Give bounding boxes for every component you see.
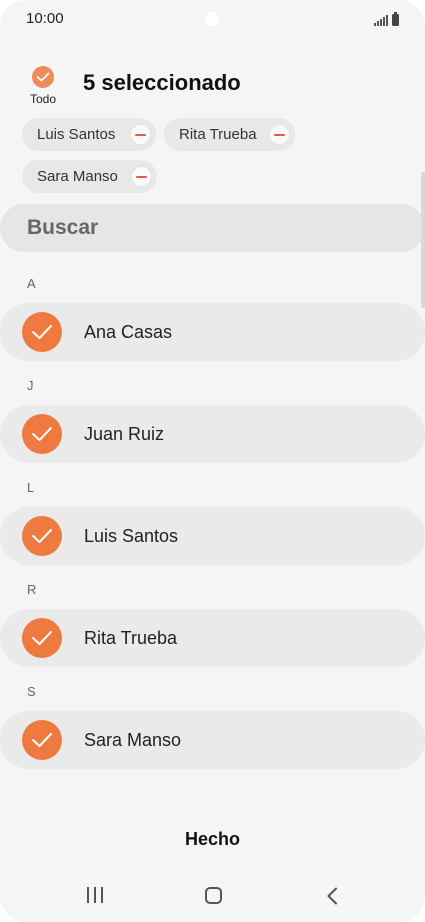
status-icons <box>374 12 399 26</box>
scrollbar[interactable] <box>421 172 425 308</box>
section-header: S <box>27 684 36 699</box>
section-header: A <box>27 276 36 291</box>
contact-row[interactable]: Luis Santos <box>0 507 425 565</box>
battery-icon <box>392 12 399 26</box>
selected-chip[interactable]: Sara Manso <box>22 160 157 193</box>
chip-label: Sara Manso <box>37 168 118 185</box>
phone-screen: 10:00 Todo 5 seleccionado Luis Santos Ri… <box>0 0 425 922</box>
status-time: 10:00 <box>26 10 64 27</box>
recents-icon[interactable] <box>87 887 103 903</box>
checkbox-checked-icon[interactable] <box>22 516 62 556</box>
contact-name: Juan Ruiz <box>84 424 165 444</box>
selected-chip[interactable]: Rita Trueba <box>164 118 295 151</box>
checkbox-checked-icon[interactable] <box>22 414 62 454</box>
back-icon[interactable] <box>326 887 338 910</box>
check-icon <box>32 66 54 88</box>
section-header: L <box>27 480 35 495</box>
contact-name: Sara Manso <box>84 730 182 750</box>
contact-row[interactable]: Sara Manso <box>0 711 425 769</box>
contact-name: Ana Casas <box>84 322 173 342</box>
navigation-bar <box>0 870 425 920</box>
selected-count-title: 5 seleccionado <box>83 70 241 95</box>
chip-label: Luis Santos <box>37 126 116 143</box>
selected-chip[interactable]: Luis Santos <box>22 118 156 151</box>
home-icon[interactable] <box>205 887 222 904</box>
done-button[interactable]: Hecho <box>140 820 285 858</box>
remove-icon[interactable] <box>131 166 152 187</box>
search-input[interactable]: Buscar <box>0 204 425 252</box>
checkbox-checked-icon[interactable] <box>22 720 62 760</box>
search-placeholder: Buscar <box>27 216 99 239</box>
select-all-toggle[interactable]: Todo <box>26 66 60 106</box>
contact-name: Rita Trueba <box>84 628 178 648</box>
chip-label: Rita Trueba <box>179 126 257 143</box>
section-header: J <box>27 378 34 393</box>
contact-row[interactable]: Ana Casas <box>0 303 425 361</box>
checkbox-checked-icon[interactable] <box>22 312 62 352</box>
contact-name: Luis Santos <box>84 526 179 546</box>
contact-row[interactable]: Rita Trueba <box>0 609 425 667</box>
remove-icon[interactable] <box>130 124 151 145</box>
checkbox-checked-icon[interactable] <box>22 618 62 658</box>
remove-icon[interactable] <box>269 124 290 145</box>
front-camera <box>205 12 219 26</box>
status-bar: 10:00 <box>0 0 425 38</box>
select-all-label: Todo <box>29 92 57 106</box>
contact-row[interactable]: Juan Ruiz <box>0 405 425 463</box>
signal-icon <box>374 15 388 26</box>
section-header: R <box>27 582 37 597</box>
